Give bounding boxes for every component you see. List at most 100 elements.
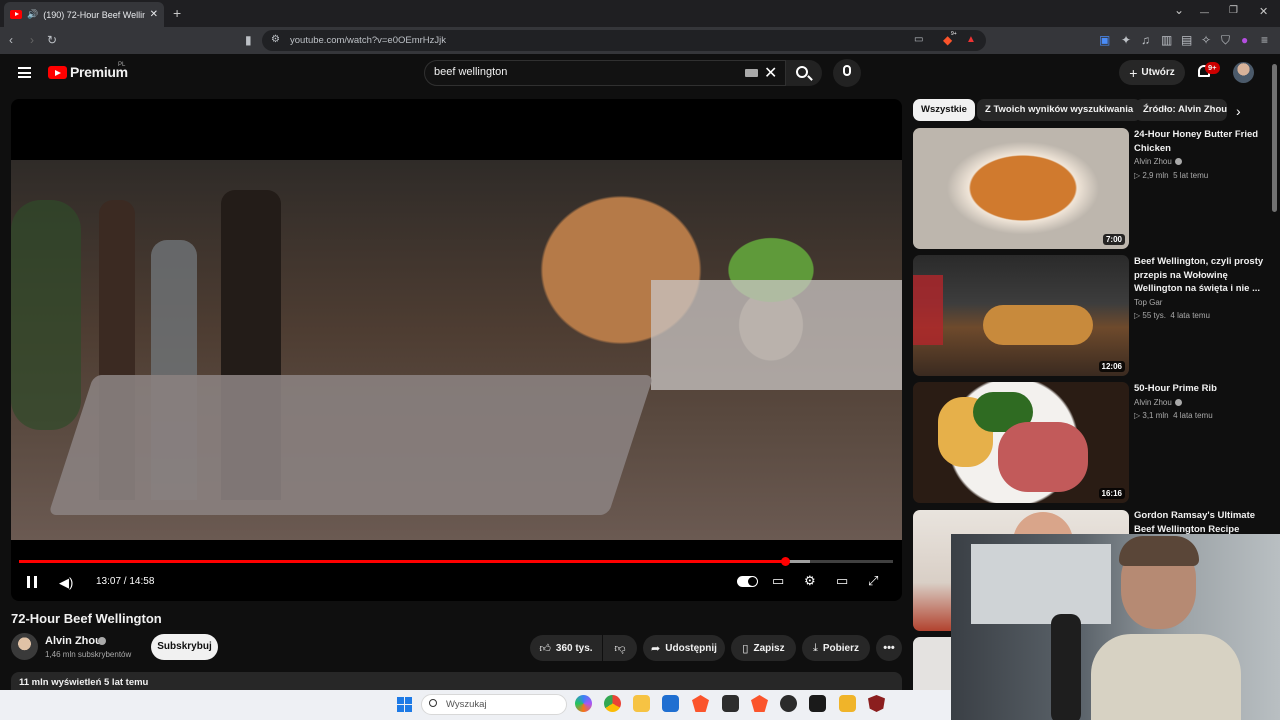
tab-title: (190) 72-Hour Beef Wellington: [43, 9, 145, 20]
browser-tab-active[interactable]: 🔊 (190) 72-Hour Beef Wellington ✕: [4, 2, 164, 27]
duration-badge: 16:16: [1098, 488, 1125, 499]
video-frame[interactable]: [11, 160, 902, 540]
account-avatar[interactable]: [1233, 62, 1254, 83]
volume-icon[interactable]: ◀): [59, 575, 73, 591]
clear-search-icon[interactable]: ✕: [764, 63, 777, 83]
profile-icon[interactable]: ●: [1241, 33, 1248, 47]
maximize-button[interactable]: ❐: [1229, 5, 1238, 16]
site-info-icon[interactable]: ⚙: [271, 33, 280, 47]
notifications-badge: 9+: [1205, 62, 1220, 74]
recommendation-thumbnail[interactable]: 7:00: [913, 128, 1129, 249]
like-button[interactable]: 👍︎ 360 tys.: [530, 635, 602, 661]
chips-next-arrow-icon[interactable]: ›: [1236, 103, 1241, 119]
recommendation-title[interactable]: Gordon Ramsay's Ultimate Beef Wellington…: [1134, 509, 1264, 536]
recommendation-channel[interactable]: Top Gar: [1134, 298, 1162, 307]
channel-name[interactable]: Alvin Zhou: [45, 635, 102, 647]
pause-icon[interactable]: [27, 576, 37, 588]
music-icon[interactable]: ♫: [1141, 33, 1150, 47]
video-title: 72-Hour Beef Wellington: [11, 611, 162, 626]
recommendation-thumbnail[interactable]: 12:06: [913, 255, 1129, 376]
channel-avatar[interactable]: [11, 633, 38, 660]
fullscreen-icon[interactable]: ⤢: [868, 574, 878, 588]
autoplay-toggle[interactable]: [737, 576, 758, 587]
copilot-icon[interactable]: [575, 695, 592, 712]
tab-search-chevron-icon[interactable]: ⌄: [1174, 3, 1184, 17]
download-icon: ⤓: [813, 641, 818, 654]
video-player[interactable]: [11, 99, 902, 601]
hamburger-menu-icon[interactable]: [18, 67, 31, 78]
more-actions-button[interactable]: •••: [876, 635, 902, 661]
minimize-button[interactable]: —: [1200, 7, 1209, 17]
recommendation-title[interactable]: Beef Wellington, czyli prosty przepis na…: [1134, 255, 1264, 296]
cast-icon[interactable]: ▭: [914, 33, 923, 47]
app-icon[interactable]: [839, 695, 856, 712]
recommendation-channel[interactable]: Alvin Zhou: [1134, 398, 1182, 407]
search-icon: [796, 66, 808, 78]
back-arrow-icon[interactable]: ‹: [9, 33, 13, 47]
taskbar-search-input[interactable]: Wyszukaj: [421, 694, 567, 715]
obs-icon[interactable]: [780, 695, 797, 712]
recommendation-thumbnail[interactable]: 16:16: [913, 382, 1129, 503]
window-close-button[interactable]: ✕: [1259, 5, 1268, 18]
vpn-shield-icon[interactable]: ⛉: [1221, 33, 1230, 47]
store-icon[interactable]: [662, 695, 679, 712]
browser-toolbar: youtube.com/watch?v=e0OEmrHzJjk: [0, 27, 1280, 54]
recommendation-title[interactable]: 24-Hour Honey Butter Fried Chicken: [1134, 128, 1264, 155]
sidebar-toggle-icon[interactable]: ▥: [1161, 33, 1172, 47]
theater-mode-icon[interactable]: ▭: [836, 574, 848, 588]
like-count: 360 tys.: [555, 642, 593, 654]
keyboard-icon[interactable]: [745, 69, 758, 77]
save-button[interactable]: ▯ Zapisz: [731, 635, 796, 661]
download-label: Pobierz: [822, 642, 859, 654]
new-tab-button[interactable]: +: [173, 5, 181, 21]
thumbs-up-icon: 👍︎: [539, 642, 551, 655]
extension-toolbar-icon[interactable]: ▣: [1099, 33, 1110, 47]
chrome-icon[interactable]: [604, 695, 621, 712]
youtube-favicon-icon: [10, 10, 22, 19]
description-box[interactable]: 11 mln wyświetleń 5 lat temu: [11, 672, 902, 690]
settings-gear-icon[interactable]: ⚙: [804, 574, 816, 588]
recommendation-channel[interactable]: Alvin Zhou: [1134, 157, 1182, 166]
browser-menu-icon[interactable]: ≡: [1261, 33, 1268, 47]
recommendation-meta: ▷ 2,9 mln 5 lat temu: [1134, 171, 1209, 180]
video-cloth-shape: [48, 375, 654, 515]
duration-badge: 12:06: [1098, 361, 1125, 372]
chip-from-channel[interactable]: Źródło: Alvin Zhou: [1135, 99, 1227, 121]
page-scrollbar[interactable]: [1272, 64, 1277, 212]
create-button[interactable]: + Utwórz: [1119, 60, 1185, 85]
monitor-shape: [971, 544, 1111, 624]
audio-playing-icon[interactable]: 🔊: [27, 9, 38, 20]
logo-region-label: PL: [118, 62, 126, 68]
bookmark-save-icon: ▯: [742, 642, 749, 655]
download-button[interactable]: ⤓ Pobierz: [802, 635, 870, 661]
windows-start-icon[interactable]: [397, 697, 412, 712]
tab-close-icon[interactable]: ✕: [150, 9, 158, 20]
verified-badge-icon: [98, 637, 106, 645]
file-explorer-icon[interactable]: [633, 695, 650, 712]
url-bar[interactable]: youtube.com/watch?v=e0OEmrHzJjk: [262, 30, 986, 51]
views-and-date: 11 mln wyświetleń 5 lat temu: [19, 677, 149, 688]
video-window-shape: [651, 280, 902, 390]
subscribe-button[interactable]: Subskrybuj: [151, 634, 218, 660]
progress-scrubber-handle[interactable]: [780, 557, 790, 566]
search-query-text[interactable]: beef wellington: [434, 66, 507, 78]
subtitles-icon[interactable]: ▭: [772, 574, 784, 588]
chip-from-search[interactable]: Z Twoich wyników wyszukiwania: [977, 99, 1142, 121]
share-button[interactable]: ➦ Udostępnij: [643, 635, 725, 661]
dislike-button[interactable]: 👎︎: [603, 635, 637, 661]
leo-ai-icon[interactable]: ✧: [1201, 33, 1211, 47]
app-icon[interactable]: [722, 695, 739, 712]
bookmark-icon[interactable]: ▮: [245, 33, 252, 47]
brave-rewards-icon[interactable]: ▲: [966, 33, 976, 47]
verified-badge-icon: [1174, 158, 1182, 165]
reload-icon[interactable]: ↻: [47, 33, 57, 47]
recommendation-title[interactable]: 50-Hour Prime Rib: [1134, 382, 1264, 396]
person-hair-shape: [1119, 536, 1199, 566]
forward-arrow-icon[interactable]: ›: [30, 33, 34, 47]
media-app-icon[interactable]: [809, 695, 826, 712]
extensions-puzzle-icon[interactable]: ✦: [1121, 33, 1131, 47]
wellington-shape: [983, 305, 1093, 345]
youtube-logo-icon[interactable]: [48, 66, 67, 79]
chip-all[interactable]: Wszystkie: [913, 99, 975, 121]
wallet-icon[interactable]: ▤: [1181, 33, 1192, 47]
